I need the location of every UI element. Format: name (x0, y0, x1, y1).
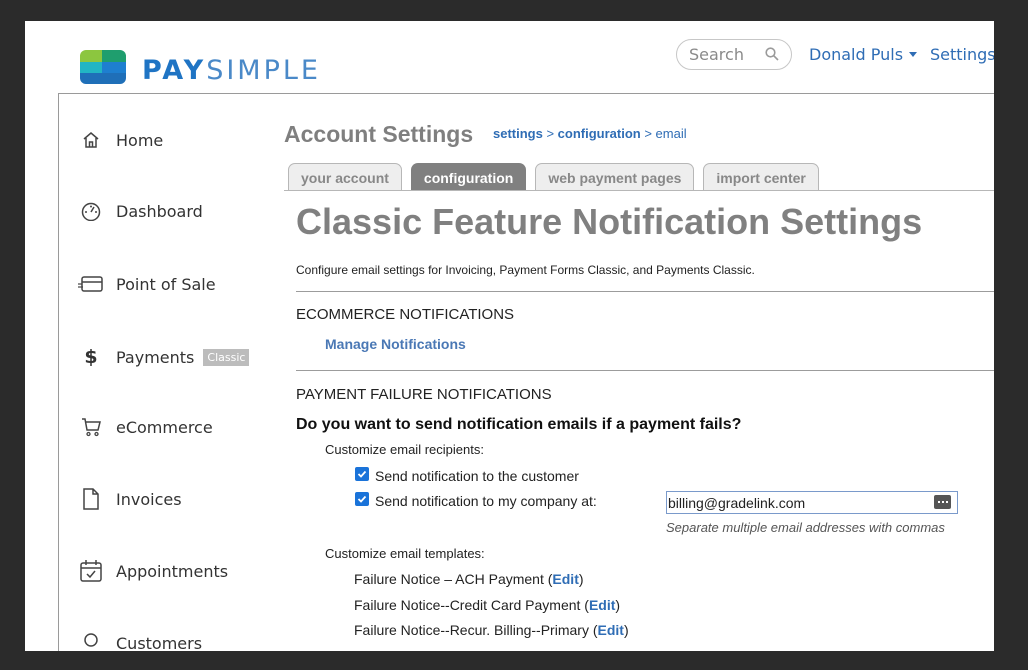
tab-configuration[interactable]: configuration (410, 163, 527, 191)
divider (296, 291, 994, 292)
checkmark-icon (357, 495, 367, 503)
sidebar-item-label: Appointments (116, 561, 229, 581)
tab-import-center[interactable]: import center (703, 163, 819, 191)
template-name: Failure Notice--Credit Card Payment (354, 597, 581, 613)
sidebar-item-customers[interactable]: Customers (78, 631, 202, 651)
send-company-label: Send notification to my company at: (375, 493, 597, 509)
send-company-checkbox[interactable] (355, 492, 369, 506)
credit-card-icon (78, 272, 104, 296)
templates-label: Customize email templates: (325, 546, 485, 561)
template-item: Failure Notice--Credit Card Payment (Edi… (354, 597, 621, 613)
breadcrumb: settings > configuration > email (493, 126, 687, 141)
breadcrumb-settings[interactable]: settings (493, 126, 543, 141)
sidebar-divider (58, 93, 59, 651)
payment-failure-section-title: PAYMENT FAILURE NOTIFICATIONS (296, 386, 552, 403)
breadcrumb-separator: > (542, 126, 558, 141)
section-heading: Classic Feature Notification Settings (296, 201, 923, 242)
sidebar-item-home[interactable]: Home (78, 128, 163, 152)
search-icon[interactable] (765, 47, 779, 61)
document-icon (78, 487, 104, 511)
email-hint: Separate multiple email addresses with c… (666, 520, 945, 535)
search-input[interactable]: Search (676, 39, 792, 70)
home-icon (78, 128, 104, 152)
template-item: Failure Notice--Recur. Billing--Primary … (354, 622, 629, 638)
classic-badge: Classic (203, 348, 250, 366)
template-name: Failure Notice--Recur. Billing--Primary (354, 622, 589, 638)
section-description: Configure email settings for Invoicing, … (296, 263, 755, 277)
header-divider (58, 93, 994, 94)
manage-notifications-link[interactable]: Manage Notifications (325, 336, 466, 352)
send-customer-checkbox[interactable] (355, 467, 369, 481)
paysimple-logo[interactable]: PAYSIMPLE (80, 47, 321, 86)
ecommerce-section-title: ECOMMERCE NOTIFICATIONS (296, 306, 515, 323)
sidebar-item-label: Payments (116, 347, 195, 367)
sidebar-item-payments[interactable]: $ Payments Classic (78, 345, 250, 369)
checkmark-icon (357, 470, 367, 478)
sidebar-item-invoices[interactable]: Invoices (78, 487, 182, 511)
edit-template-link[interactable]: Edit (552, 571, 578, 587)
sidebar-item-label: Customers (116, 633, 203, 652)
page-title: Account Settings (284, 121, 474, 147)
sidebar-item-label: Point of Sale (116, 274, 216, 294)
user-name: Donald Puls (809, 45, 904, 64)
calendar-icon (78, 559, 104, 583)
breadcrumb-separator: > (640, 126, 656, 141)
tab-web-payment-pages[interactable]: web payment pages (535, 163, 695, 191)
sidebar-item-label: eCommerce (116, 417, 213, 437)
sidebar-item-label: Dashboard (116, 201, 203, 221)
failure-question: Do you want to send notification emails … (296, 416, 742, 433)
recipients-label: Customize email recipients: (325, 442, 484, 457)
sidebar-item-label: Home (116, 130, 164, 150)
app-window: PAYSIMPLE Search Donald Puls Settings Ho… (25, 21, 994, 651)
template-name: Failure Notice – ACH Payment (354, 571, 544, 587)
logo-mark-icon (80, 49, 126, 84)
more-options-icon[interactable] (934, 495, 951, 509)
sidebar-item-appointments[interactable]: Appointments (78, 559, 228, 583)
settings-tabs: your account configuration web payment p… (288, 163, 828, 191)
search-placeholder: Search (689, 45, 744, 64)
settings-link[interactable]: Settings (930, 45, 994, 64)
breadcrumb-current: email (655, 126, 687, 141)
cart-icon (78, 415, 104, 439)
chevron-down-icon (909, 52, 918, 57)
user-menu[interactable]: Donald Puls (809, 45, 918, 64)
sidebar-item-ecommerce[interactable]: eCommerce (78, 415, 213, 439)
divider (296, 370, 994, 371)
company-email-value: billing@gradelink.com (668, 494, 806, 511)
tab-your-account[interactable]: your account (288, 163, 402, 191)
edit-template-link[interactable]: Edit (598, 622, 624, 638)
company-email-field[interactable]: billing@gradelink.com (666, 491, 958, 514)
sidebar-item-dashboard[interactable]: Dashboard (78, 199, 203, 223)
template-item: Failure Notice – ACH Payment (Edit) (354, 571, 584, 587)
dollar-icon: $ (84, 346, 98, 368)
tab-divider (284, 190, 994, 191)
breadcrumb-configuration[interactable]: configuration (558, 126, 641, 141)
dashboard-icon (78, 199, 104, 223)
user-icon (78, 631, 104, 651)
sidebar-item-point-of-sale[interactable]: Point of Sale (78, 272, 216, 296)
logo-wordmark: PAYSIMPLE (142, 55, 321, 86)
send-customer-label: Send notification to the customer (375, 468, 579, 484)
edit-template-link[interactable]: Edit (589, 597, 615, 613)
sidebar-item-label: Invoices (116, 489, 182, 509)
